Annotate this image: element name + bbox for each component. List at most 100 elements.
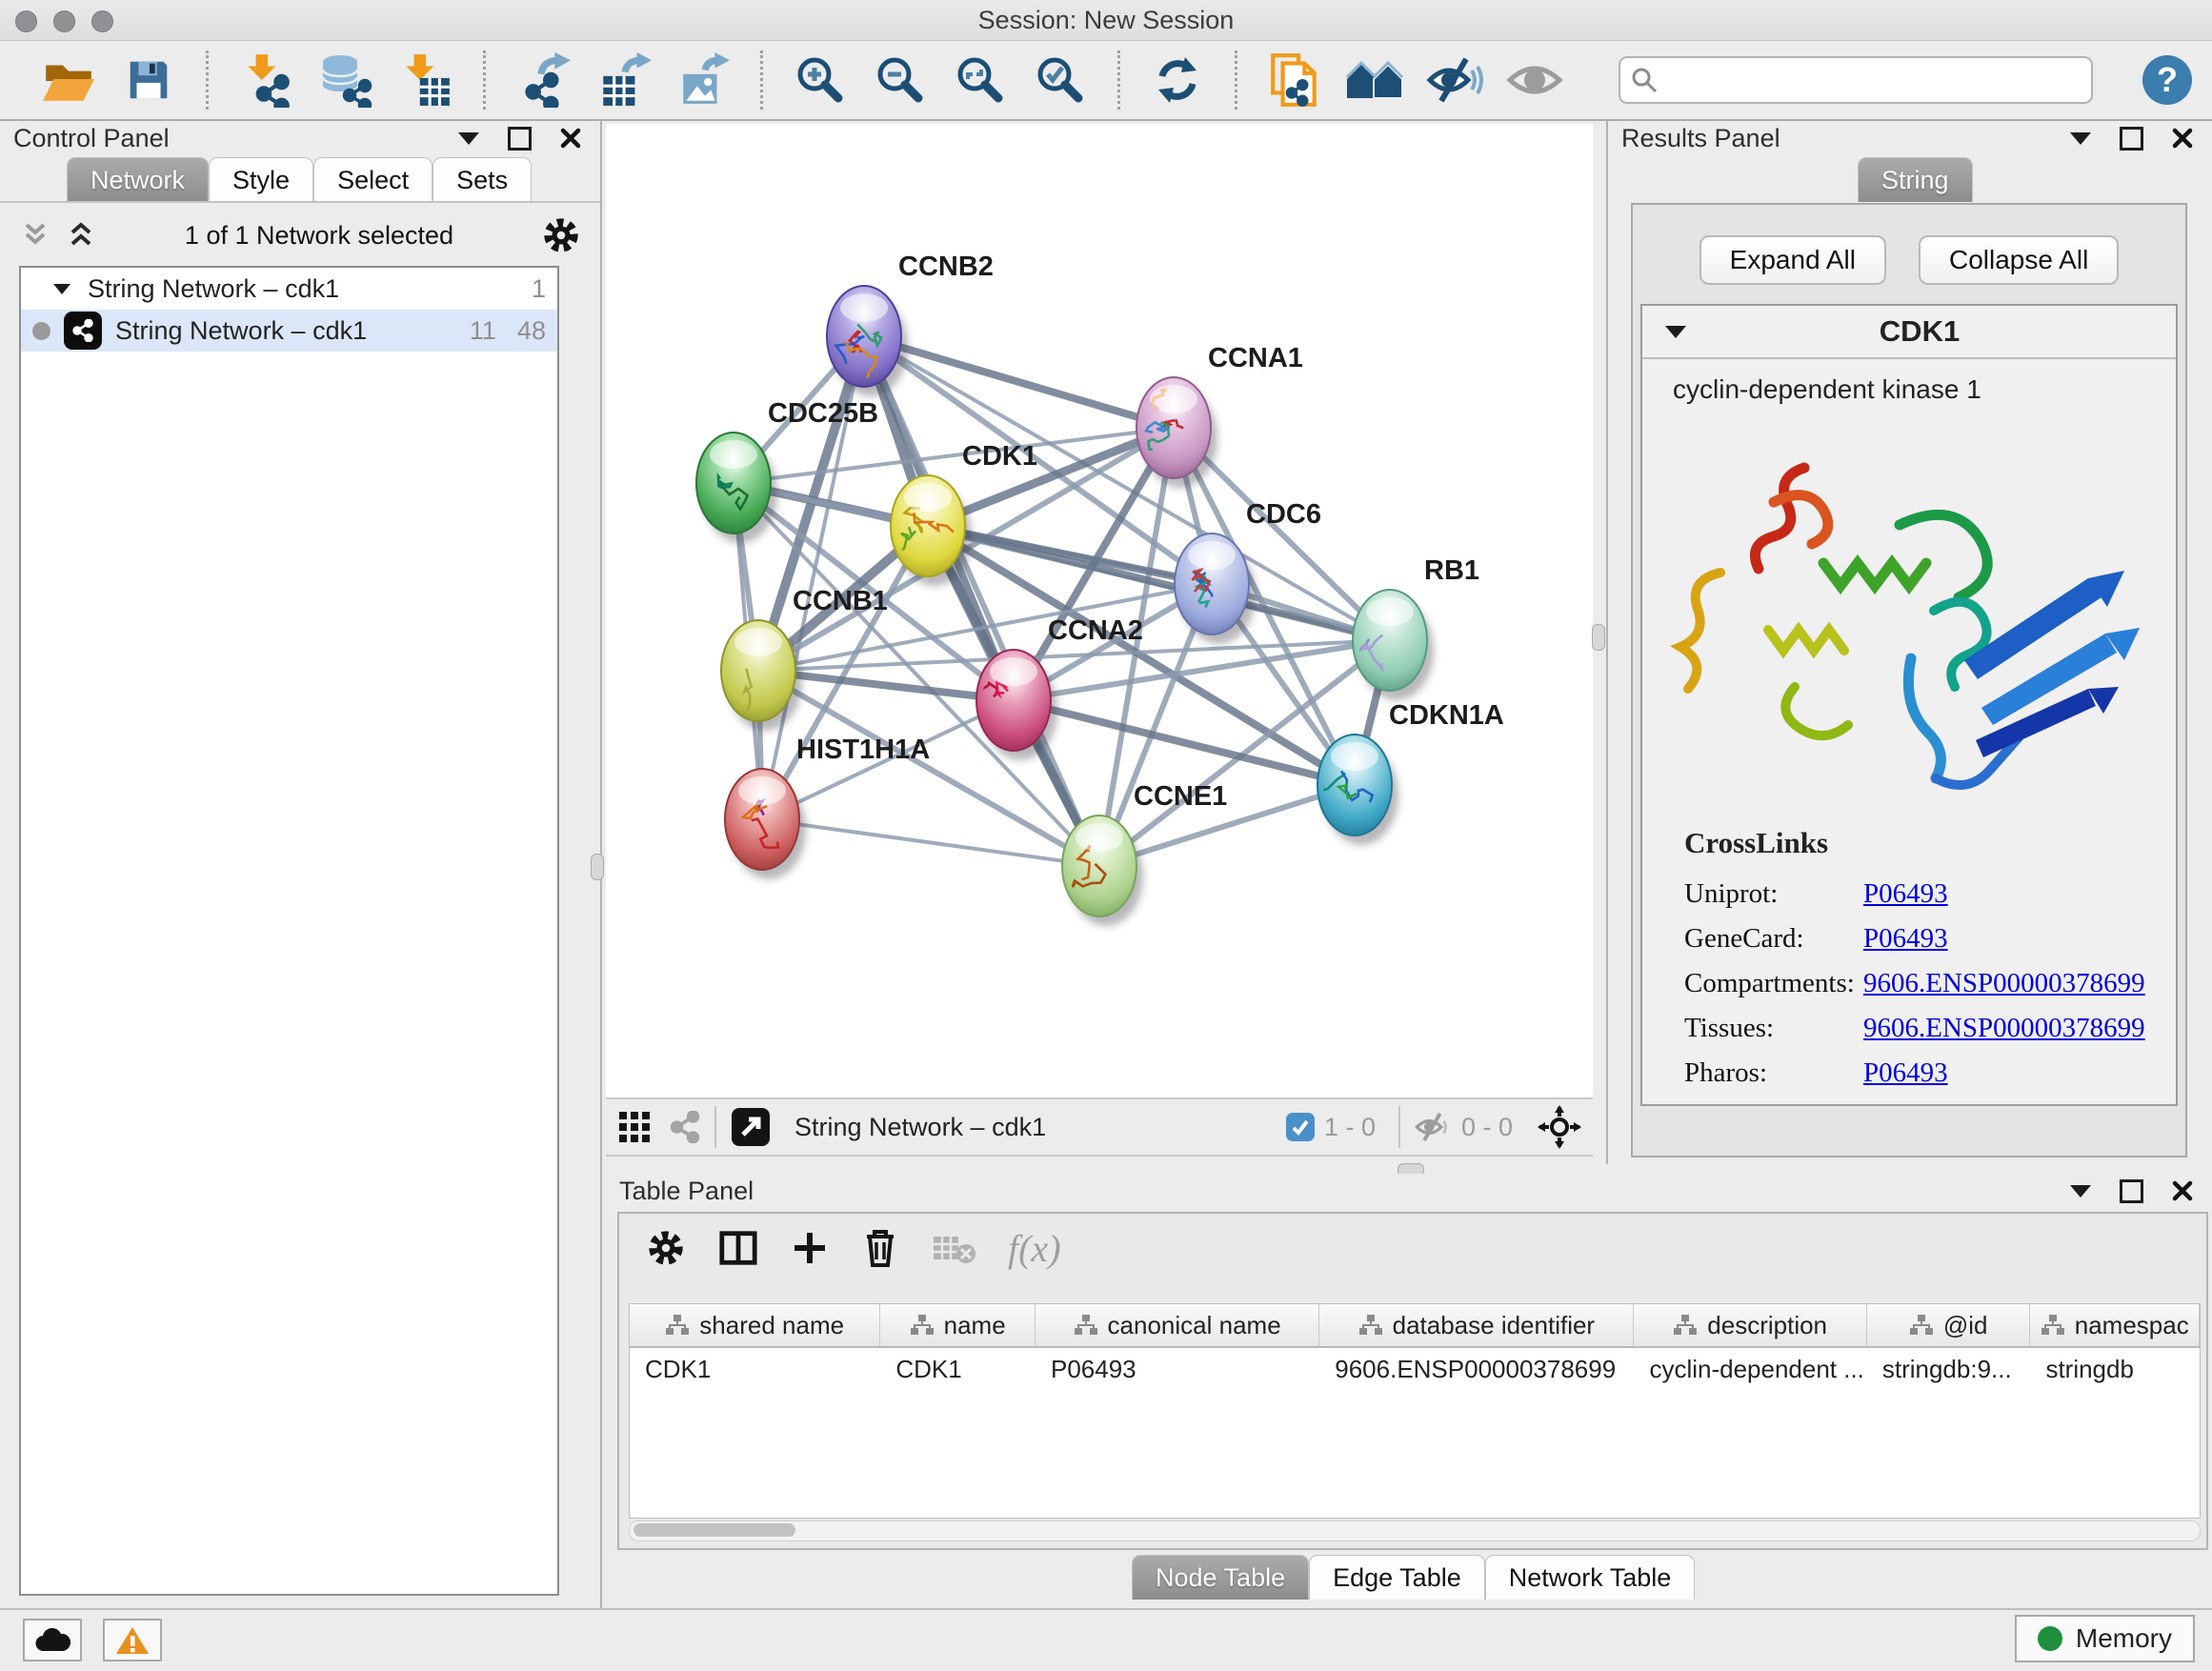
first-neighbors-button[interactable] — [1341, 49, 1408, 111]
panel-menu-icon[interactable] — [458, 132, 479, 145]
table-cell[interactable]: stringdb — [2030, 1348, 2200, 1390]
tab-network-table[interactable]: Network Table — [1485, 1555, 1696, 1600]
gene-description: cyclin-dependent kinase 1 — [1642, 359, 2176, 405]
network-row-selected[interactable]: String Network – cdk1 11 48 — [21, 310, 557, 352]
panel-menu-icon[interactable] — [2070, 1185, 2091, 1198]
column-header--id[interactable]: @id — [1867, 1304, 2031, 1346]
delete-column-trash-icon[interactable] — [861, 1227, 899, 1269]
import-network-database-button[interactable] — [312, 49, 379, 111]
column-header-description[interactable]: description — [1634, 1304, 1866, 1346]
show-columns-icon[interactable] — [718, 1228, 758, 1268]
crosslink-link[interactable]: P06493 — [1863, 923, 1948, 955]
close-panel-icon[interactable] — [560, 128, 581, 149]
search-input[interactable] — [1659, 65, 2043, 96]
table-cell[interactable]: P06493 — [1036, 1348, 1319, 1390]
float-panel-icon[interactable] — [508, 127, 532, 151]
close-panel-icon[interactable] — [2172, 128, 2193, 149]
import-database-icon — [317, 52, 374, 108]
share-view-icon[interactable] — [669, 1111, 701, 1143]
zoom-in-button[interactable] — [787, 49, 854, 111]
hide-selected-button[interactable] — [1421, 49, 1488, 111]
node-label: CCNB1 — [793, 586, 888, 616]
add-column-icon[interactable] — [791, 1229, 829, 1267]
collection-expanded-icon[interactable] — [53, 284, 70, 294]
tab-node-table[interactable]: Node Table — [1132, 1555, 1309, 1600]
collapse-all-button[interactable]: Collapse All — [1919, 235, 2119, 285]
grid-view-icon[interactable] — [617, 1110, 652, 1144]
warning-status-button[interactable] — [103, 1619, 162, 1661]
zoom-selected-button[interactable] — [1027, 49, 1094, 111]
main-toolbar: ? — [0, 41, 2212, 121]
export-network-icon — [515, 52, 571, 108]
search-box[interactable] — [1619, 56, 2093, 104]
float-panel-icon[interactable] — [2120, 127, 2143, 151]
tab-network[interactable]: Network — [67, 157, 209, 202]
gene-expanded-icon[interactable] — [1665, 326, 1686, 338]
expand-all-button[interactable]: Expand All — [1699, 235, 1886, 285]
node-table[interactable]: shared namenamecanonical namedatabase id… — [629, 1303, 2201, 1519]
crosslink-link[interactable]: 9606.ENSP00000378699 — [1863, 1013, 2145, 1044]
new-network-from-selection-button[interactable] — [1261, 49, 1328, 111]
column-header-database-identifier[interactable]: database identifier — [1319, 1304, 1634, 1346]
open-session-button[interactable] — [35, 49, 102, 111]
table-cell[interactable]: 9606.ENSP00000378699 — [1319, 1348, 1634, 1390]
scrollbar-thumb[interactable] — [633, 1523, 795, 1537]
table-horizontal-scrollbar[interactable] — [629, 1520, 2201, 1541]
network-collection-row[interactable]: String Network – cdk1 1 — [21, 268, 557, 310]
panel-menu-icon[interactable] — [2070, 132, 2091, 145]
table-cell[interactable]: cyclin-dependent ... — [1634, 1348, 1866, 1390]
zoom-selected-icon — [1034, 53, 1087, 107]
gear-icon[interactable] — [541, 215, 581, 255]
table-settings-gear-icon[interactable] — [646, 1228, 686, 1268]
show-eye-icon — [1506, 57, 1563, 103]
help-button[interactable]: ? — [2142, 55, 2192, 105]
save-session-button[interactable] — [115, 49, 182, 111]
crosslink-link[interactable]: P06493 — [1863, 878, 1948, 910]
zoom-fit-button[interactable] — [947, 49, 1014, 111]
table-cell[interactable]: CDK1 — [630, 1348, 880, 1390]
tab-style[interactable]: Style — [209, 157, 313, 202]
toolbar-separator — [760, 50, 763, 110]
apply-layout-button[interactable] — [1144, 49, 1211, 111]
memory-label: Memory — [2076, 1623, 2172, 1654]
cloud-status-button[interactable] — [23, 1619, 82, 1661]
right-splitter-handle[interactable] — [1592, 624, 1605, 651]
expand-all-chevron-icon[interactable] — [65, 219, 97, 252]
pan-crosshair-icon[interactable] — [1538, 1105, 1581, 1149]
tab-edge-table[interactable]: Edge Table — [1309, 1555, 1485, 1600]
refresh-icon — [1151, 53, 1204, 107]
float-panel-icon[interactable] — [2120, 1179, 2143, 1203]
table-cell[interactable]: stringdb:9... — [1867, 1348, 2031, 1390]
zoom-out-button[interactable] — [867, 49, 934, 111]
collapse-all-chevron-icon[interactable] — [19, 219, 51, 252]
column-header-name[interactable]: name — [880, 1304, 1036, 1346]
export-table-button[interactable] — [590, 49, 656, 111]
crosslink-link[interactable]: P06493 — [1863, 1057, 1948, 1089]
column-header-canonical-name[interactable]: canonical name — [1036, 1304, 1319, 1346]
table-row[interactable]: CDK1CDK1P064939606.ENSP00000378699cyclin… — [630, 1348, 2200, 1390]
show-all-button[interactable] — [1501, 49, 1568, 111]
import-table-button[interactable] — [392, 49, 459, 111]
export-image-button[interactable] — [670, 49, 736, 111]
crosslink-row: Uniprot:P06493 — [1684, 872, 2176, 916]
crosslink-link[interactable]: 9606.ENSP00000378699 — [1863, 968, 2145, 999]
tab-sets[interactable]: Sets — [432, 157, 532, 202]
import-network-file-button[interactable] — [232, 49, 299, 111]
export-network-button[interactable] — [510, 49, 576, 111]
zoom-in-icon — [794, 53, 847, 107]
selected-checkbox-icon[interactable] — [1286, 1113, 1315, 1141]
column-header-namespac[interactable]: namespac — [2030, 1304, 2200, 1346]
tab-select[interactable]: Select — [313, 157, 432, 202]
results-panel-title: Results Panel — [1621, 124, 1780, 153]
network-edge[interactable] — [864, 336, 1174, 428]
tab-string[interactable]: String — [1858, 157, 1973, 202]
network-canvas[interactable]: CCNB2CCNA1CDC25BCDK1CDC6RB1CCNB1CCNA2CDK… — [606, 124, 1593, 1097]
close-panel-icon[interactable] — [2172, 1180, 2193, 1201]
node-label: HIST1H1A — [796, 735, 930, 765]
memory-button[interactable]: Memory — [2015, 1615, 2195, 1662]
left-splitter-handle[interactable] — [591, 854, 604, 880]
detach-view-icon[interactable] — [730, 1106, 772, 1148]
table-cell[interactable]: CDK1 — [880, 1348, 1036, 1390]
network-edge[interactable] — [762, 819, 1099, 866]
column-header-shared-name[interactable]: shared name — [630, 1304, 880, 1346]
